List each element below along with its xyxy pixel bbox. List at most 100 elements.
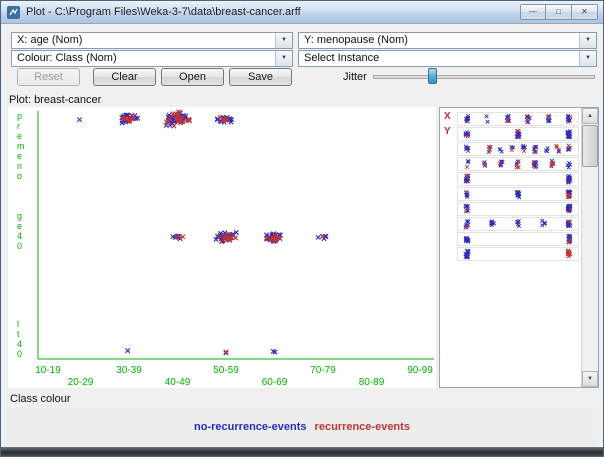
strip-mark xyxy=(486,120,490,124)
scroll-up-button[interactable]: ▲ xyxy=(582,108,598,124)
colour-attribute-value: Colour: Class (Nom) xyxy=(17,52,117,64)
close-icon: ✕ xyxy=(581,7,588,16)
y-axis-label-char: 0 xyxy=(17,241,22,251)
attribute-strip-row xyxy=(440,142,580,154)
attribute-strip[interactable] xyxy=(457,232,579,246)
scatter-mark xyxy=(316,235,320,239)
jitter-slider-track[interactable] xyxy=(373,75,595,79)
attribute-strip[interactable] xyxy=(457,127,579,141)
save-button[interactable]: Save xyxy=(229,68,292,86)
attribute-strip-row: Y xyxy=(440,127,580,139)
open-button[interactable]: Open xyxy=(161,68,224,86)
attribute-strip-row xyxy=(440,172,580,184)
y-axis-label-char: 4 xyxy=(17,231,22,241)
scatter-mark xyxy=(77,118,81,122)
window-title: Plot - C:\Program Files\Weka-3-7\data\br… xyxy=(26,6,301,18)
jitter-slider-thumb[interactable] xyxy=(428,68,437,84)
x-tick-label: 60-69 xyxy=(262,377,288,388)
minimize-icon: — xyxy=(529,7,537,16)
y-axis-label-char: n xyxy=(17,161,22,171)
window-controls: — □ ✕ xyxy=(520,4,598,20)
chevron-down-icon[interactable]: ▼ xyxy=(275,51,292,66)
strip-mark xyxy=(483,161,487,165)
maximize-button[interactable]: □ xyxy=(546,4,572,20)
y-axis-label-char: 4 xyxy=(17,339,22,349)
scroll-up-icon: ▲ xyxy=(587,113,593,119)
y-axis-label-char: r xyxy=(17,121,20,131)
maximize-icon: □ xyxy=(556,7,561,16)
class-colour-legend: no-recurrence-events recurrence-events xyxy=(6,408,598,446)
attribute-strip[interactable] xyxy=(457,172,579,186)
close-button[interactable]: ✕ xyxy=(572,4,598,20)
scroll-down-button[interactable]: ▼ xyxy=(582,371,598,387)
attribute-strip[interactable] xyxy=(457,157,579,171)
attribute-strips-list: XY xyxy=(440,108,581,387)
legend-class-0[interactable]: no-recurrence-events xyxy=(194,421,307,433)
legend-class-1[interactable]: recurrence-events xyxy=(315,421,410,433)
x-tick-label: 80-89 xyxy=(359,377,385,388)
attribute-strip[interactable] xyxy=(457,202,579,216)
jitter-slider[interactable] xyxy=(373,68,595,84)
x-tick-label: 20-29 xyxy=(68,377,94,388)
x-tick-label: 30-39 xyxy=(116,365,142,376)
clear-button[interactable]: Clear xyxy=(93,68,156,86)
y-axis-label-char: e xyxy=(17,131,22,141)
x-attribute-select[interactable]: X: age (Nom) ▼ xyxy=(11,32,293,49)
y-attribute-select[interactable]: Y: menopause (Nom) ▼ xyxy=(298,32,597,49)
y-axis-label-char: e xyxy=(17,221,22,231)
y-axis-label-char: p xyxy=(17,111,22,121)
app-icon xyxy=(6,5,21,20)
strip-mark xyxy=(567,161,571,165)
class-colour-label: Class colour xyxy=(10,393,71,405)
chevron-down-icon[interactable]: ▼ xyxy=(579,51,596,66)
select-instance-select[interactable]: Select Instance ▼ xyxy=(298,50,597,67)
x-axis-strip-marker: X xyxy=(444,111,451,122)
x-tick-label: 70-79 xyxy=(310,365,336,376)
x-tick-label: 10-19 xyxy=(35,365,61,376)
attribute-panel-scrollbar[interactable]: ▲ ▼ xyxy=(581,108,598,387)
y-axis-label-char: m xyxy=(17,141,25,151)
strip-mark xyxy=(544,149,548,153)
attribute-strip-row xyxy=(440,217,580,229)
y-attribute-value: Y: menopause (Nom) xyxy=(304,34,408,46)
scatter-plot[interactable]: 10-19 20-29 30-39 40-49 50-59 60-69 70-79 80-89… xyxy=(8,107,436,388)
reset-button[interactable]: Reset xyxy=(17,68,80,86)
attribute-strip-row xyxy=(440,187,580,199)
scatter-mark xyxy=(320,234,324,238)
attribute-panel: XY ▲ ▼ xyxy=(439,107,599,388)
attribute-strip-row xyxy=(440,157,580,169)
strip-mark xyxy=(465,165,469,169)
strip-mark xyxy=(485,115,489,119)
colour-attribute-select[interactable]: Colour: Class (Nom) ▼ xyxy=(11,50,293,67)
chevron-down-icon[interactable]: ▼ xyxy=(275,33,292,48)
plot-title: Plot: breast-cancer xyxy=(9,94,101,106)
attribute-strip-row: X xyxy=(440,112,580,124)
strip-mark xyxy=(466,220,470,224)
y-axis-label-char: e xyxy=(17,151,22,161)
minimize-button[interactable]: — xyxy=(520,4,546,20)
y-axis-label-char: t xyxy=(17,329,20,339)
attribute-strip-row xyxy=(440,247,580,259)
attribute-strip-row xyxy=(440,232,580,244)
jitter-label: Jitter xyxy=(343,71,367,83)
scatter-mark xyxy=(126,348,130,352)
chevron-down-icon[interactable]: ▼ xyxy=(579,33,596,48)
select-instance-value: Select Instance xyxy=(304,52,379,64)
x-attribute-value: X: age (Nom) xyxy=(17,34,82,46)
plot-window: Plot - C:\Program Files\Weka-3-7\data\br… xyxy=(0,0,604,457)
attribute-strip-row xyxy=(440,202,580,214)
scatter-plot-panel[interactable]: 10-19 20-29 30-39 40-49 50-59 60-69 70-79 80-89… xyxy=(8,107,436,388)
x-tick-label: 40-49 xyxy=(165,377,191,388)
window-content: X: age (Nom) ▼ Y: menopause (Nom) ▼ Colo… xyxy=(2,24,602,447)
title-bar[interactable]: Plot - C:\Program Files\Weka-3-7\data\br… xyxy=(1,1,603,24)
attribute-strip[interactable] xyxy=(457,247,579,261)
attribute-strip[interactable] xyxy=(457,217,579,231)
attribute-strip[interactable] xyxy=(457,112,579,126)
x-tick-label: 50-59 xyxy=(213,365,239,376)
attribute-strip[interactable] xyxy=(457,187,579,201)
y-axis-label-char: o xyxy=(17,171,22,181)
y-axis-strip-marker: Y xyxy=(444,126,451,137)
x-tick-label: 90-99 xyxy=(407,365,433,376)
attribute-strip[interactable] xyxy=(457,142,579,156)
scrollbar-thumb[interactable] xyxy=(582,125,598,167)
